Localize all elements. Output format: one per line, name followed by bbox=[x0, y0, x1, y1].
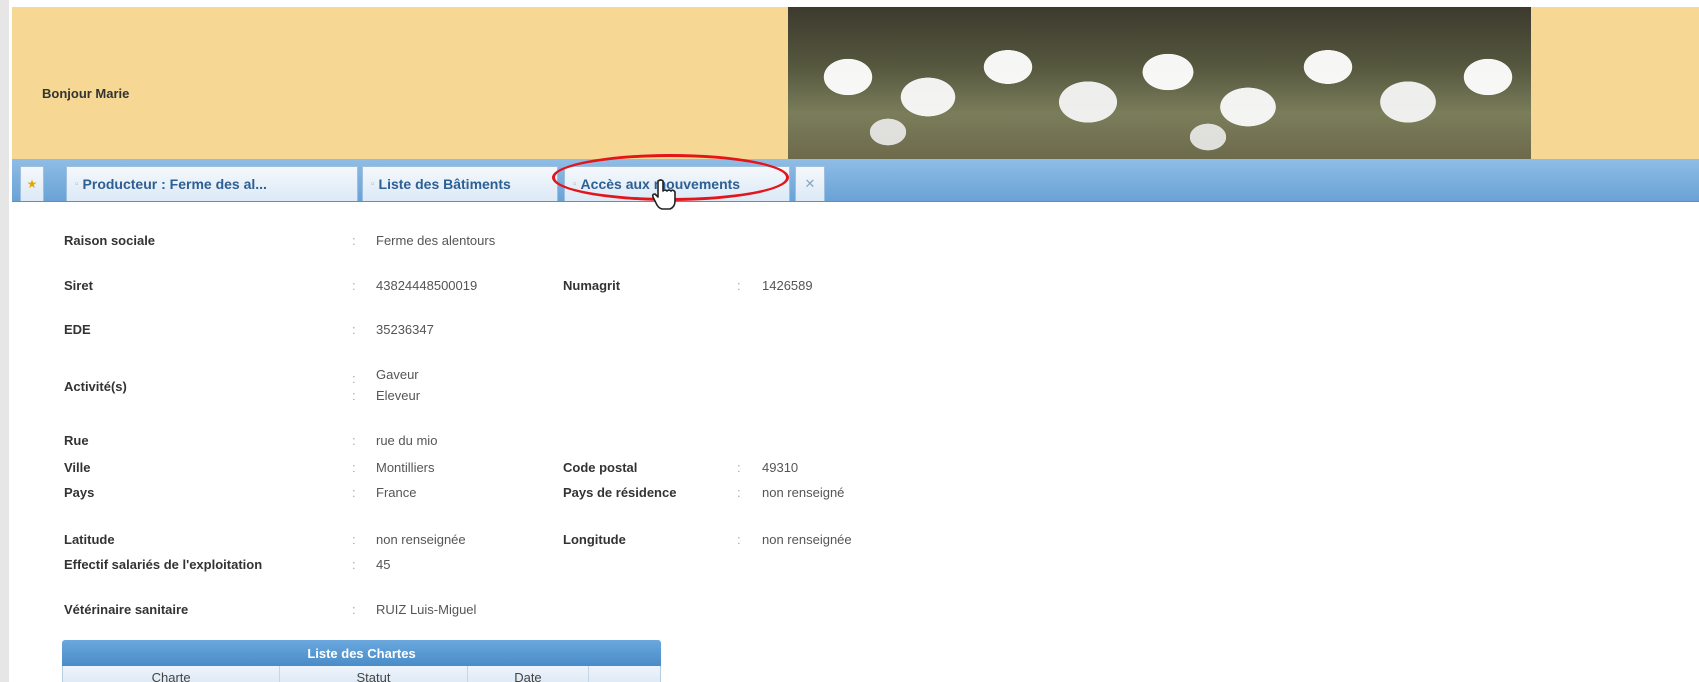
label-latitude: Latitude bbox=[64, 532, 115, 547]
tab-batiments[interactable]: ▫ Liste des Bâtiments bbox=[362, 166, 558, 201]
separator: : bbox=[352, 532, 356, 547]
label-ville: Ville bbox=[64, 460, 91, 475]
value-raison-sociale: Ferme des alentours bbox=[376, 233, 496, 248]
label-rue: Rue bbox=[64, 433, 89, 448]
value-activite-2: Eleveur bbox=[376, 388, 421, 403]
chartes-header-row: Charte Statut Date bbox=[62, 666, 661, 682]
chartes-title: Liste des Chartes bbox=[62, 640, 661, 666]
label-longitude: Longitude bbox=[563, 532, 626, 547]
value-latitude: non renseignée bbox=[376, 532, 466, 547]
document-icon: ▫ bbox=[75, 178, 79, 190]
star-icon: ★ bbox=[26, 177, 38, 191]
separator: : bbox=[352, 322, 356, 337]
value-longitude: non renseignée bbox=[762, 532, 852, 547]
tab-label: Liste des Bâtiments bbox=[378, 176, 511, 192]
value-siret: 43824448500019 bbox=[376, 278, 478, 293]
ducks-banner-image bbox=[788, 7, 1531, 159]
value-activite-1: Gaveur bbox=[376, 367, 419, 382]
label-pays: Pays bbox=[64, 485, 95, 500]
value-ville: Montilliers bbox=[376, 460, 435, 475]
separator: : bbox=[737, 460, 741, 475]
separator: : bbox=[737, 532, 741, 547]
close-icon: ✕ bbox=[804, 176, 816, 191]
value-rue: rue du mio bbox=[376, 433, 438, 448]
tab-close[interactable]: ✕ bbox=[795, 166, 825, 201]
label-siret: Siret bbox=[64, 278, 93, 293]
tab-producteur[interactable]: ▫ Producteur : Ferme des al... bbox=[66, 166, 358, 201]
chartes-table: Liste des Chartes Charte Statut Date bbox=[62, 640, 661, 682]
label-raison-sociale: Raison sociale bbox=[64, 233, 156, 248]
label-effectif: Effectif salariés de l'exploitation bbox=[64, 557, 263, 572]
document-icon: ▫ bbox=[371, 178, 375, 190]
tab-label: Producteur : Ferme des al... bbox=[82, 176, 267, 192]
separator: : bbox=[352, 371, 356, 386]
value-veterinaire: RUIZ Luis-Miguel bbox=[376, 602, 477, 617]
separator: : bbox=[737, 485, 741, 500]
separator: : bbox=[737, 278, 741, 293]
value-numagrit: 1426589 bbox=[762, 278, 813, 293]
left-rail bbox=[0, 0, 9, 682]
greeting: Bonjour Marie bbox=[42, 86, 130, 101]
column-header-empty bbox=[589, 666, 660, 682]
value-code-postal: 49310 bbox=[762, 460, 799, 475]
label-activites: Activité(s) bbox=[64, 379, 127, 394]
label-veterinaire: Vétérinaire sanitaire bbox=[64, 602, 189, 617]
separator: : bbox=[352, 485, 356, 500]
separator: : bbox=[352, 460, 356, 475]
value-pays-residence: non renseigné bbox=[762, 485, 845, 500]
separator: : bbox=[352, 557, 356, 572]
value-pays: France bbox=[376, 485, 417, 500]
value-effectif: 45 bbox=[376, 557, 391, 572]
label-code-postal: Code postal bbox=[563, 460, 638, 475]
column-header-statut[interactable]: Statut bbox=[280, 666, 468, 682]
separator: : bbox=[352, 602, 356, 617]
separator: : bbox=[352, 388, 356, 403]
column-header-date[interactable]: Date bbox=[468, 666, 590, 682]
document-icon: ▫ bbox=[573, 178, 577, 190]
separator: : bbox=[352, 433, 356, 448]
column-header-charte[interactable]: Charte bbox=[63, 666, 281, 682]
separator: : bbox=[352, 278, 356, 293]
hand-cursor-icon bbox=[651, 179, 676, 210]
value-ede: 35236347 bbox=[376, 322, 434, 337]
label-pays-residence: Pays de résidence bbox=[563, 485, 677, 500]
separator: : bbox=[352, 233, 356, 248]
label-numagrit: Numagrit bbox=[563, 278, 621, 293]
tab-favorite[interactable]: ★ bbox=[20, 166, 44, 201]
label-ede: EDE bbox=[64, 322, 91, 337]
